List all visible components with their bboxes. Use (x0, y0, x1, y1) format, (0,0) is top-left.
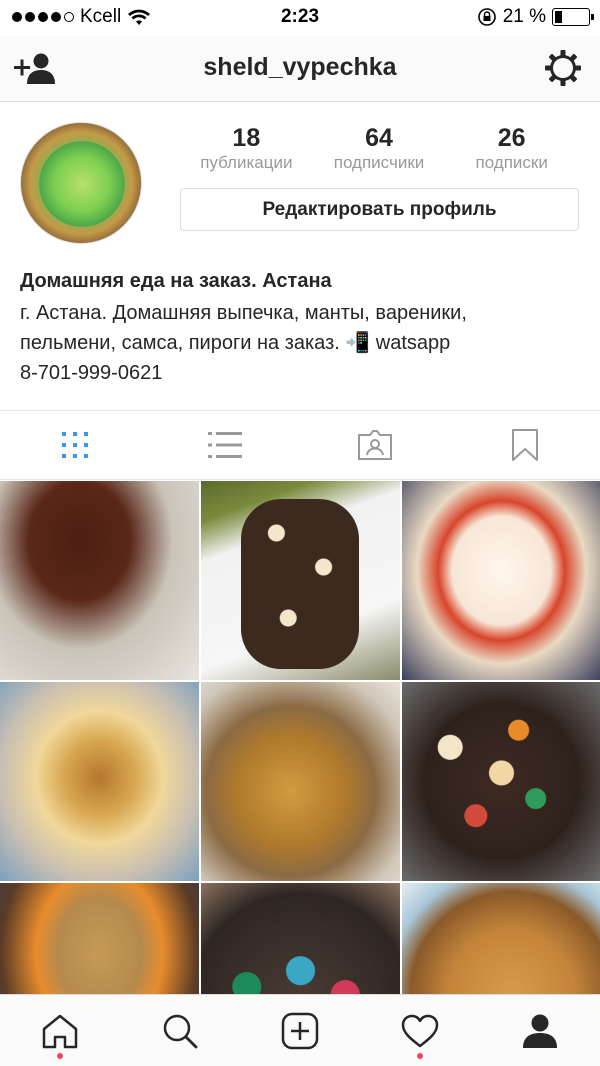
activity-heart-icon (401, 1014, 439, 1047)
profile-icon (523, 1014, 557, 1048)
bio-phone: 8-701-999-0621 (20, 362, 163, 384)
status-bar: Kcell 2:23 21 % (0, 0, 600, 36)
stat-followers-label: подписчики (333, 153, 425, 172)
home-notification-dot (57, 1053, 63, 1059)
nav-new-post[interactable] (240, 995, 360, 1066)
post-thumbnail[interactable] (201, 682, 400, 881)
edit-profile-button[interactable]: Редактировать профиль (180, 188, 579, 231)
post-thumbnail[interactable] (0, 883, 199, 994)
stat-followers-count: 64 (365, 124, 393, 152)
stat-posts-count: 18 (232, 124, 261, 152)
tab-saved[interactable] (450, 411, 600, 479)
tab-tagged[interactable] (300, 411, 450, 479)
tagged-icon (358, 430, 392, 460)
profile-header-bar: sheld_vypechka (0, 36, 600, 102)
home-icon (42, 1014, 78, 1048)
search-icon (163, 1014, 198, 1048)
profile-username: sheld_vypechka (203, 53, 397, 81)
post-thumbnail[interactable] (402, 883, 600, 994)
gear-icon[interactable] (544, 49, 582, 87)
stat-following-count: 26 (497, 124, 526, 152)
status-right: 21 % (477, 6, 594, 28)
nav-search[interactable] (120, 995, 240, 1066)
post-thumbnail[interactable] (402, 481, 600, 680)
stat-following[interactable]: 26 подписки (445, 124, 578, 174)
bottom-navigation (0, 994, 600, 1066)
profile-bio: Домашняя еда на заказ. Астана г. Астана.… (20, 266, 585, 388)
nav-activity[interactable] (360, 995, 480, 1066)
battery-icon (552, 8, 594, 26)
saved-icon (512, 429, 538, 461)
profile-view-tabs (0, 410, 600, 480)
stat-posts[interactable]: 18 публикации (180, 124, 313, 174)
battery-percent: 21 % (502, 6, 546, 27)
rotation-lock-icon (477, 8, 496, 26)
profile-display-name: Домашняя еда на заказ. Астана (20, 270, 332, 292)
activity-notification-dot (417, 1053, 423, 1059)
avatar[interactable] (20, 122, 142, 244)
bio-line-2: пельмени, самса, пироги на заказ. 📲 wats… (20, 332, 451, 354)
grid-view-icon (62, 432, 88, 458)
post-thumbnail[interactable] (402, 682, 600, 881)
tab-grid[interactable] (0, 411, 150, 479)
stat-following-label: подписки (475, 153, 548, 172)
avatar-cake-image (39, 141, 125, 227)
post-thumbnail[interactable] (201, 883, 400, 994)
list-view-icon (208, 432, 242, 458)
nav-home[interactable] (0, 995, 120, 1066)
post-thumbnail[interactable] (0, 481, 199, 680)
post-thumbnail[interactable] (0, 682, 199, 881)
stat-posts-label: публикации (200, 153, 293, 172)
new-post-icon (281, 1012, 319, 1049)
bio-line-1: г. Астана. Домашняя выпечка, манты, варе… (20, 302, 467, 324)
posts-grid (0, 481, 600, 994)
stat-followers[interactable]: 64 подписчики (313, 124, 446, 174)
profile-stats: 18 публикации 64 подписчики 26 подписки (180, 124, 578, 174)
post-thumbnail[interactable] (201, 481, 400, 680)
battery-level (555, 11, 562, 23)
nav-profile[interactable] (480, 995, 600, 1066)
tab-list[interactable] (150, 411, 300, 479)
